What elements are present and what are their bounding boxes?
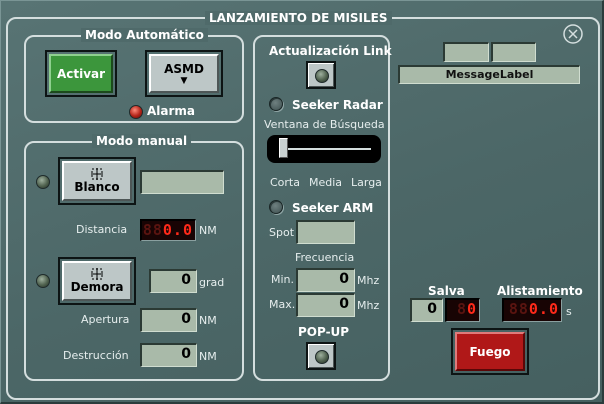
min-field[interactable]: 0 xyxy=(296,268,355,292)
distancia-value: 0.0 xyxy=(162,221,193,239)
destruccion-label: Destrucción xyxy=(63,349,129,362)
alistamiento-label: Alistamiento xyxy=(497,284,583,298)
seeker-arm-radio[interactable] xyxy=(269,200,283,214)
alistamiento-dim-digits: 88 xyxy=(508,300,529,318)
distancia-display: 880.0 xyxy=(140,219,196,241)
alarm-led-icon xyxy=(129,105,143,119)
demora-unit: grad xyxy=(199,276,225,289)
min-unit: Mhz xyxy=(357,274,380,287)
distancia-label: Distancia xyxy=(76,223,128,236)
max-field[interactable]: 0 xyxy=(296,293,355,317)
distancia-unit: NM xyxy=(199,224,217,237)
demora-button[interactable]: Demora xyxy=(58,257,136,305)
popup-button[interactable] xyxy=(306,342,336,370)
spot-field[interactable] xyxy=(296,220,355,244)
slider-thumb[interactable] xyxy=(279,138,288,158)
seeker-radar-radio[interactable] xyxy=(269,97,283,111)
apertura-unit: NM xyxy=(199,314,217,327)
larga-label: Larga xyxy=(351,176,382,189)
fuego-button[interactable]: Fuego xyxy=(451,328,529,375)
frecuencia-label: Frecuencia xyxy=(295,251,355,264)
distancia-dim-digits: 88 xyxy=(142,221,163,239)
manual-mode-title: Modo manual xyxy=(92,134,192,148)
corta-label: Corta xyxy=(270,176,300,189)
salva-field[interactable]: 0 xyxy=(410,298,443,322)
salva-dim-digits: 8 xyxy=(456,300,467,318)
salva-value: 0 xyxy=(466,300,477,318)
target-icon xyxy=(91,268,103,280)
media-label: Media xyxy=(309,176,343,189)
chevron-down-icon: ▼ xyxy=(180,75,188,86)
min-label: Min. xyxy=(271,273,295,286)
close-icon[interactable] xyxy=(562,23,584,45)
blanco-label: Blanco xyxy=(74,180,120,194)
ventana-label: Ventana de Búsqueda xyxy=(264,118,385,131)
link-led-icon xyxy=(315,69,329,83)
link-label: Actualización Link xyxy=(269,44,392,58)
missile-launch-panel: LANZAMIENTO DE MISILES Modo Automático A… xyxy=(0,0,604,404)
seeker-radar-label: Seeker Radar xyxy=(292,98,383,112)
blanco-led-icon xyxy=(36,175,50,189)
spot-label: Spot xyxy=(269,226,295,239)
destruccion-field[interactable]: 0 xyxy=(140,343,197,367)
asmd-label: ASMD xyxy=(164,61,204,76)
message-label: MessageLabel xyxy=(398,65,580,84)
apertura-label: Apertura xyxy=(81,313,130,326)
alistamiento-display: 880.0 xyxy=(502,298,562,322)
alistamiento-unit: s xyxy=(566,305,572,318)
max-unit: Mhz xyxy=(357,299,380,312)
seeker-arm-label: Seeker ARM xyxy=(292,201,374,215)
indicator-box-1 xyxy=(443,42,489,62)
window-title: LANZAMIENTO DE MISILES xyxy=(205,11,392,25)
blanco-field[interactable] xyxy=(140,170,224,194)
salva-label: Salva xyxy=(428,284,465,298)
activar-label: Activar xyxy=(56,66,106,81)
alarma-label: Alarma xyxy=(147,104,196,118)
demora-label: Demora xyxy=(70,280,124,294)
link-button[interactable] xyxy=(306,61,336,89)
ventana-slider[interactable] xyxy=(267,135,381,163)
popup-label: POP-UP xyxy=(298,325,350,339)
activar-button[interactable]: Activar xyxy=(45,50,117,97)
demora-field[interactable]: 0 xyxy=(149,269,197,293)
indicator-box-2 xyxy=(491,42,536,62)
apertura-field[interactable]: 0 xyxy=(140,308,197,332)
popup-led-icon xyxy=(315,350,329,364)
asmd-button[interactable]: ASMD ▼ xyxy=(145,50,223,97)
slider-track xyxy=(281,148,371,150)
salva-display: 80 xyxy=(445,298,480,322)
auto-mode-title: Modo Automático xyxy=(81,28,208,42)
blanco-button[interactable]: Blanco xyxy=(58,157,136,205)
demora-led-icon xyxy=(36,274,50,288)
alistamiento-value: 0.0 xyxy=(528,300,559,318)
fuego-label: Fuego xyxy=(469,344,511,359)
target-icon xyxy=(91,168,103,180)
max-label: Max. xyxy=(269,298,296,311)
destruccion-unit: NM xyxy=(199,350,217,363)
